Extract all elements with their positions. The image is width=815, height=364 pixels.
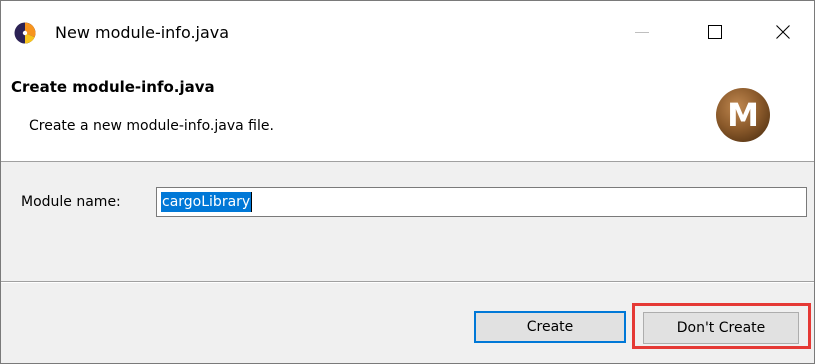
close-button[interactable] — [766, 17, 800, 51]
header-banner: Create module-info.java Create a new mod… — [1, 65, 814, 162]
button-bar: Create Don't Create — [1, 283, 814, 363]
maximize-icon — [707, 24, 723, 44]
dont-create-button[interactable]: Don't Create — [643, 312, 799, 344]
text-caret — [251, 192, 253, 212]
minimize-button[interactable] — [625, 17, 659, 51]
window-title: New module-info.java — [55, 23, 230, 42]
module-name-selected-text[interactable]: cargoLibrary — [161, 192, 252, 212]
maven-logo-icon: M — [713, 85, 773, 145]
banner-title: Create module-info.java — [11, 78, 215, 96]
module-name-input[interactable]: cargoLibrary — [156, 187, 807, 217]
module-name-label: Module name: — [21, 194, 121, 210]
dialog-window: New module-info.java Create module-info.… — [0, 0, 815, 364]
title-bar[interactable]: New module-info.java — [1, 1, 814, 65]
banner-description: Create a new module-info.java file. — [29, 118, 274, 134]
close-icon — [775, 24, 791, 44]
logo-letter: M — [727, 96, 759, 134]
maximize-button[interactable] — [698, 17, 732, 51]
eclipse-icon — [13, 21, 37, 45]
create-button[interactable]: Create — [474, 311, 626, 343]
minimize-icon — [634, 24, 650, 44]
dont-create-highlight-box: Don't Create — [632, 303, 811, 349]
form-area: Module name: cargoLibrary — [1, 162, 814, 281]
